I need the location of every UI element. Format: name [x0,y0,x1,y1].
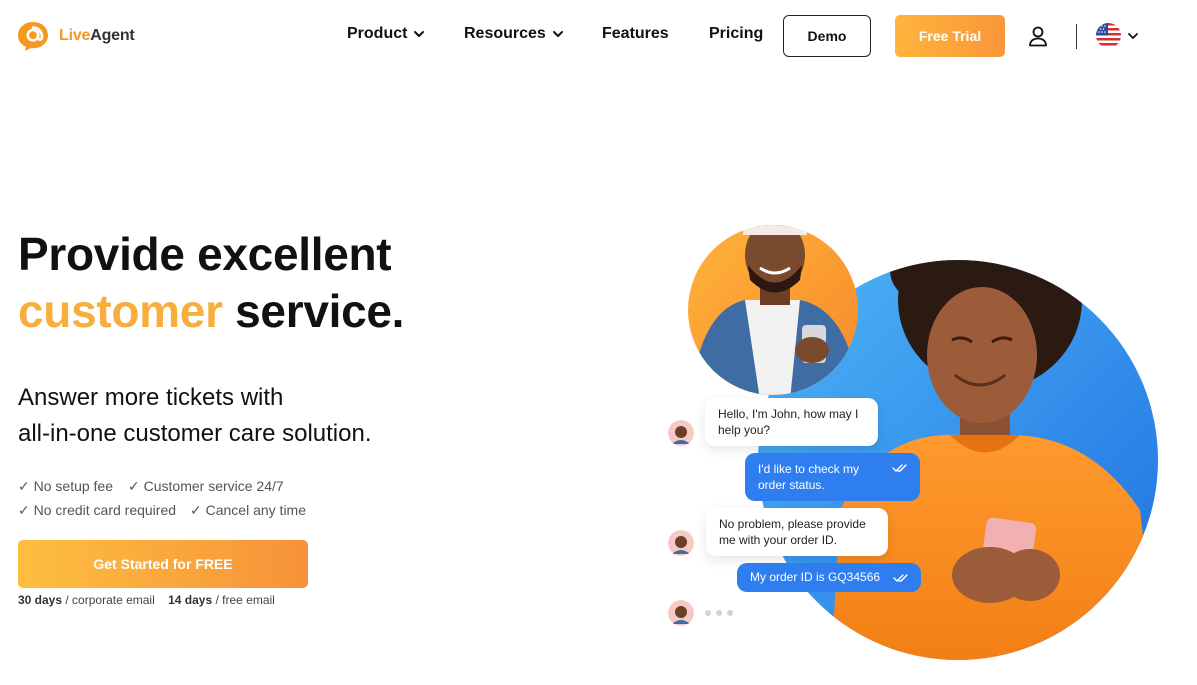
nav-product[interactable]: Product [347,25,425,43]
logo-wordmark: LiveAgent [59,27,135,45]
demo-button[interactable]: Demo [783,15,871,57]
hero-title: Provide excellent customer service. [18,226,404,340]
chat-text: Hello, I'm John, how may I [718,407,859,421]
chat-text: order status. [758,478,825,492]
nav-resources-label: Resources [464,25,546,42]
check-no-setup-fee: ✓ No setup fee [18,478,114,494]
nav-features[interactable]: Features [602,25,669,43]
at-sign-chat-bubble-icon [17,20,53,52]
language-selector[interactable] [1096,23,1139,48]
nav-features-label: Features [602,25,669,42]
nav-resources[interactable]: Resources [464,25,564,43]
trial-days-corporate: 30 days [18,593,63,607]
hero-subtitle-line2: all-in-one customer care solution. [18,420,372,447]
check-service-24-7: ✓ Customer service 24/7 [128,478,284,494]
chat-message-agent-2: No problem, please provide me with your … [706,508,888,556]
chevron-down-icon [552,31,563,37]
nav-product-label: Product [347,25,408,42]
chat-message-agent-1: Hello, I'm John, how may I help you? [705,398,878,446]
free-trial-button[interactable]: Free Trial [895,15,1005,57]
agent-avatar [668,600,694,626]
get-started-button[interactable]: Get Started for FREE [18,540,308,588]
chat-message-customer-1: I'd like to check my order status. [745,453,920,501]
chevron-down-icon [414,31,425,37]
double-check-icon [893,574,908,582]
nav-pricing[interactable]: Pricing [709,25,763,43]
chat-text: My order ID is GQ34566 [750,570,881,584]
check-cancel-any-time: ✓ Cancel any time [190,502,306,518]
logo-live: Live [59,27,91,44]
hero-title-line1: Provide excellent [18,228,392,280]
header-divider [1076,24,1077,49]
hero-subtitle-line1: Answer more tickets with [18,384,284,411]
chat-message-customer-2: My order ID is GQ34566 [737,563,921,592]
double-check-icon [892,464,907,472]
hero-illustration: Hello, I'm John, how may I help you? I'd… [660,180,1170,685]
chat-text: help you? [718,423,771,437]
chat-text: me with your order ID. [719,533,838,547]
nav-pricing-label: Pricing [709,25,764,42]
agent-avatar [668,530,694,556]
agent-avatar [668,420,694,446]
hero-subtitle: Answer more tickets with all-in-one cust… [18,380,438,452]
logo-agent: Agent [90,27,135,44]
check-no-credit-card: ✓ No credit card required [18,502,177,518]
user-icon[interactable] [1027,25,1049,47]
chevron-down-icon [1128,32,1138,39]
trial-days-free: 14 days [168,593,213,607]
hero-title-accent: customer [18,285,223,337]
chat-text: I'd like to check my [758,462,859,476]
typing-indicator [705,610,733,616]
trial-duration-note: 30 days / corporate email 14 days / free… [18,593,275,607]
us-flag-icon [1096,23,1121,48]
trial-free-label: / free email [212,593,275,607]
site-header: LiveAgent Product Resources Features Pri… [0,0,1197,72]
liveagent-logo[interactable]: LiveAgent [17,20,135,52]
trial-corporate-label: / corporate email [62,593,155,607]
feature-checklist: ✓ No setup fee ✓ Customer service 24/7 ✓… [18,474,306,522]
hero-title-rest: service. [222,285,405,337]
chat-text: No problem, please provide [719,517,866,531]
